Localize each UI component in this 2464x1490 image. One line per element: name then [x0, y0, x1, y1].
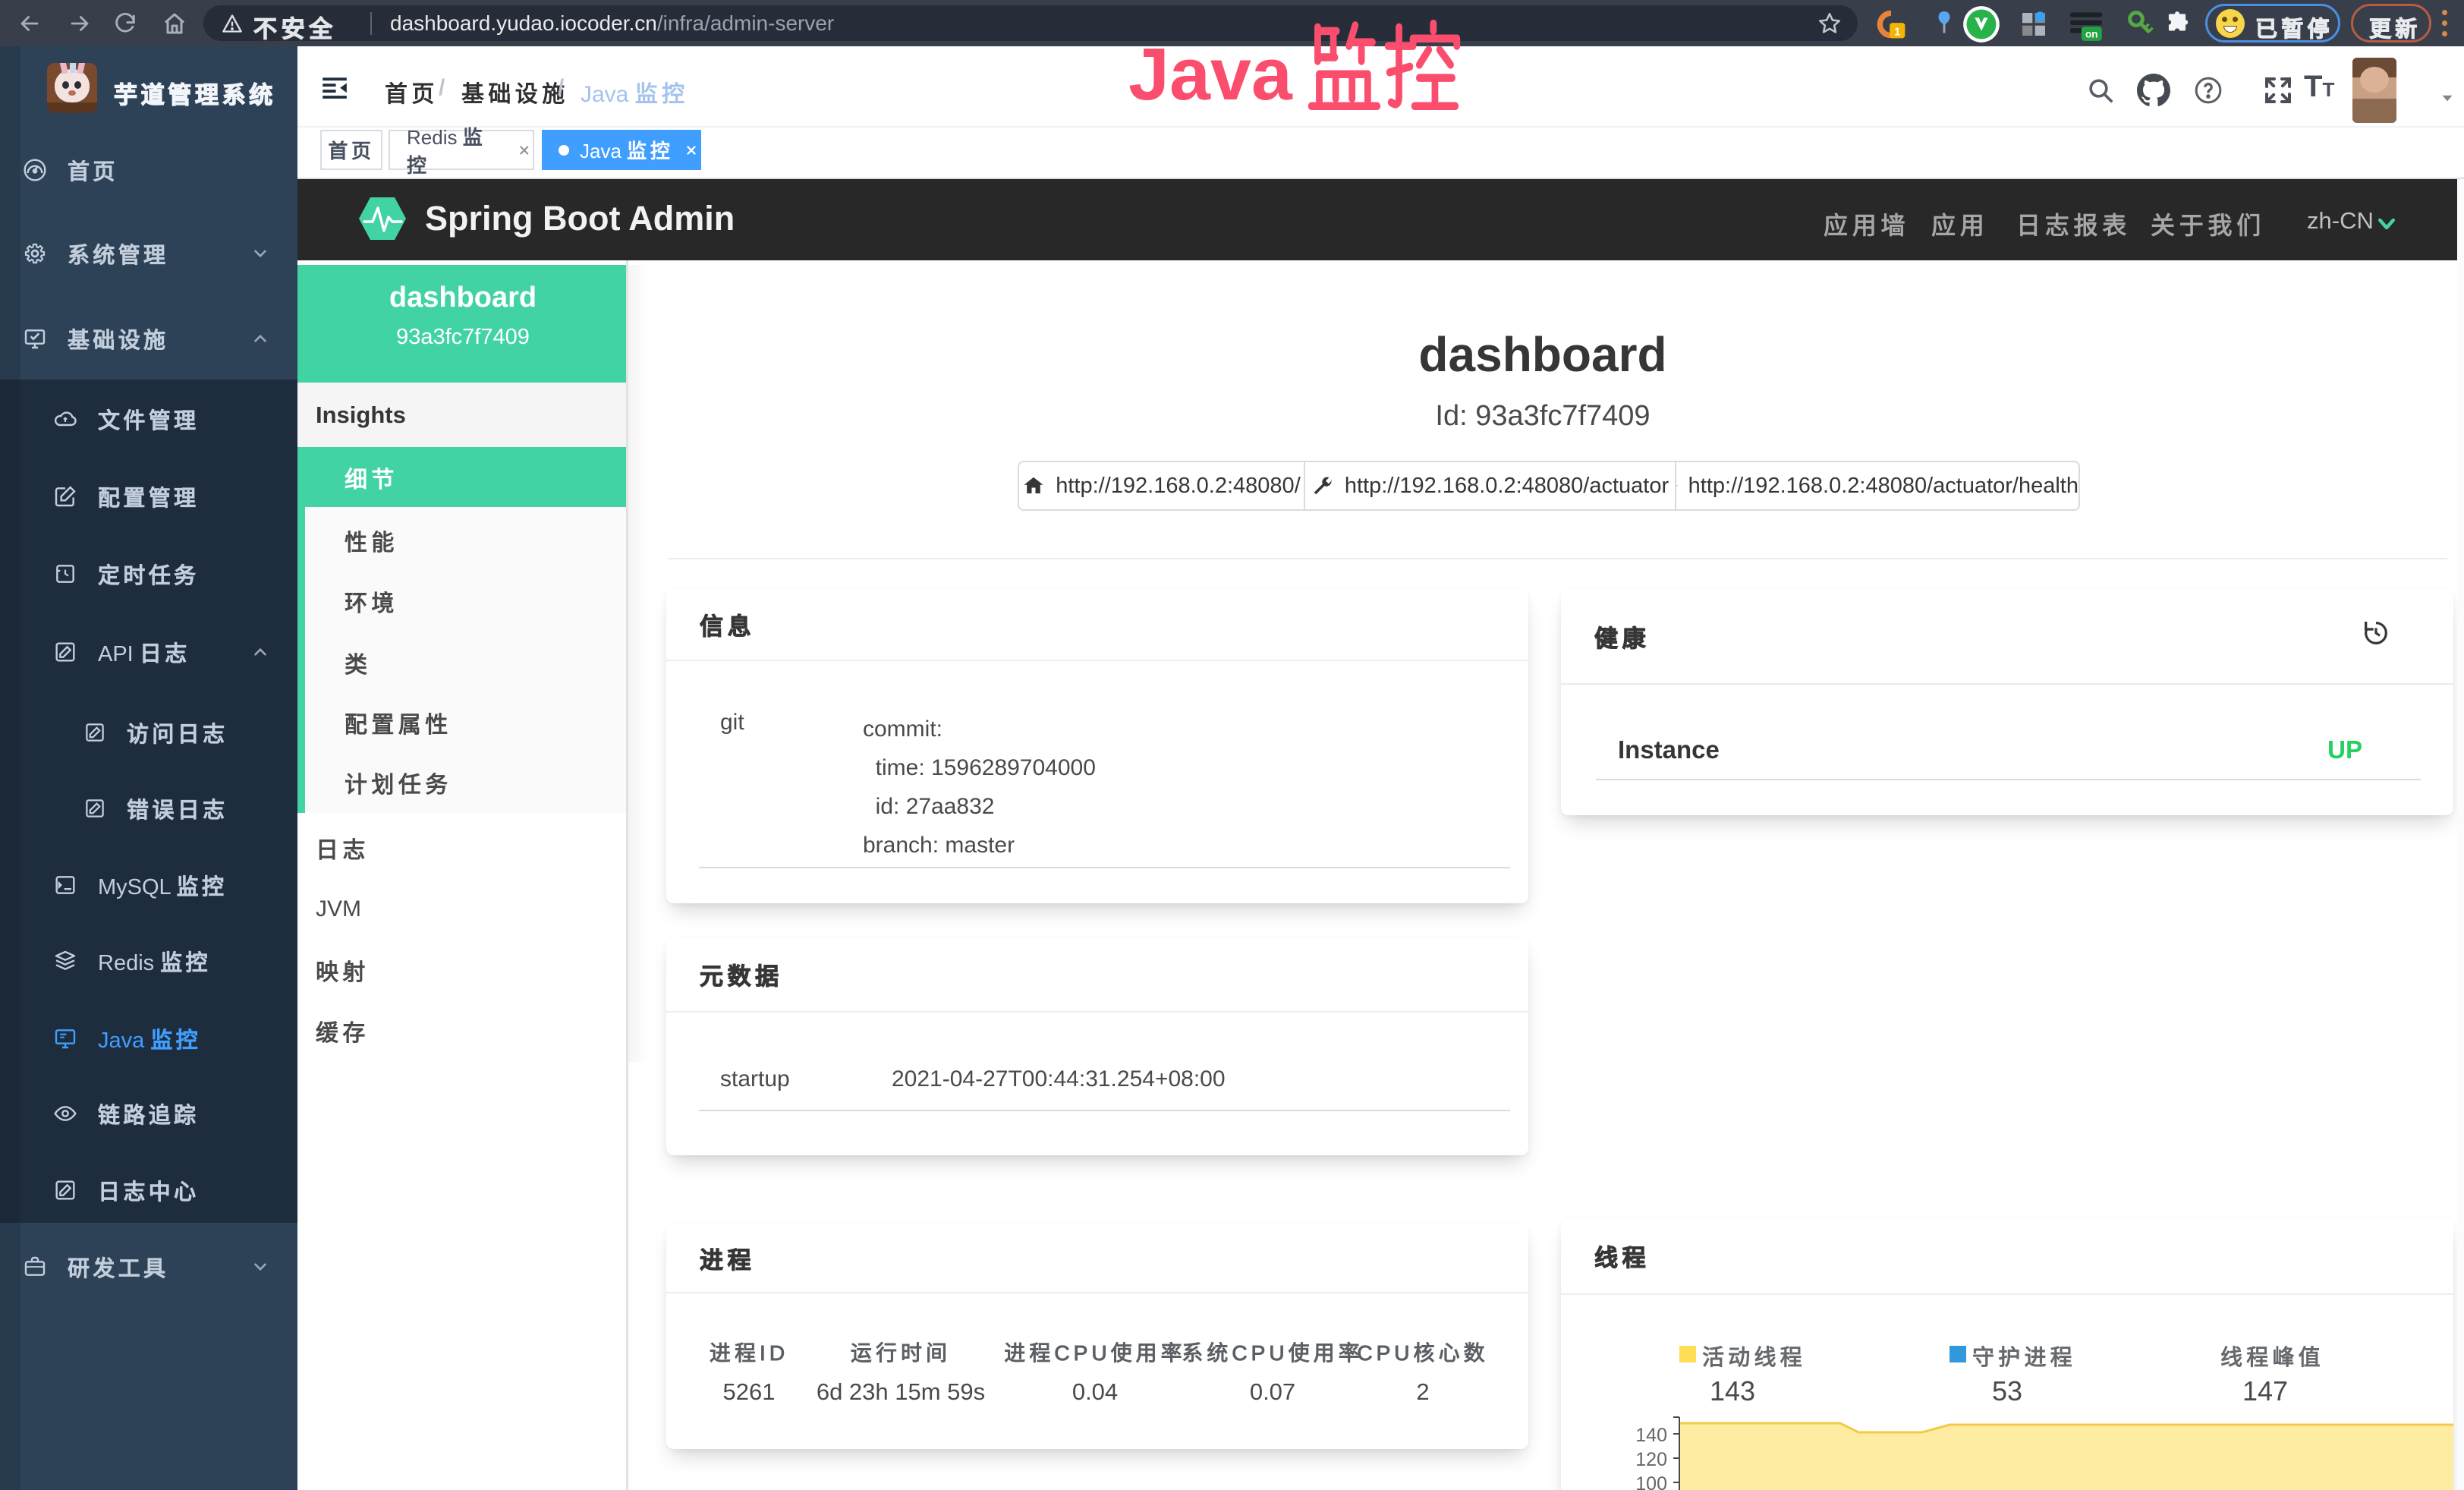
- svg-text:1: 1: [1894, 27, 1900, 39]
- svg-text:120: 120: [1635, 1449, 1667, 1470]
- svg-text:on: on: [2085, 29, 2098, 40]
- svg-text:100: 100: [1635, 1473, 1667, 1490]
- svg-text:140: 140: [1635, 1425, 1667, 1446]
